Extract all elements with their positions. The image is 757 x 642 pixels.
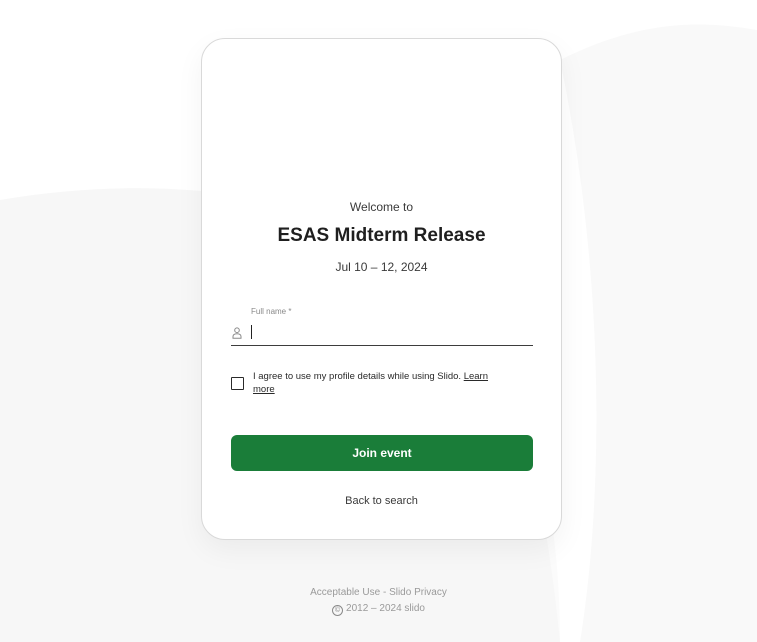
page: Welcome to ESAS Midterm Release Jul 10 –… bbox=[0, 0, 757, 642]
join-card: Welcome to ESAS Midterm Release Jul 10 –… bbox=[201, 38, 562, 540]
full-name-input[interactable] bbox=[249, 323, 529, 342]
footer-separator: - bbox=[380, 587, 390, 598]
footer-links: Acceptable Use - Slido Privacy bbox=[0, 587, 757, 598]
acceptable-use-link[interactable]: Acceptable Use bbox=[310, 587, 380, 598]
consent-row: I agree to use my profile details while … bbox=[231, 370, 531, 400]
footer-copyright: © 2012 – 2024 slido bbox=[0, 603, 757, 616]
consent-checkbox[interactable] bbox=[231, 377, 244, 390]
full-name-label: Full name * bbox=[251, 307, 292, 316]
join-event-button[interactable]: Join event bbox=[231, 435, 533, 471]
full-name-field[interactable] bbox=[231, 322, 533, 346]
welcome-text: Welcome to bbox=[349, 200, 414, 214]
event-title: ESAS Midterm Release bbox=[277, 225, 486, 246]
text-caret bbox=[251, 325, 252, 339]
user-icon bbox=[232, 327, 242, 339]
consent-label: I agree to use my profile details while … bbox=[253, 371, 462, 382]
back-to-search-link[interactable]: Back to search bbox=[202, 495, 561, 507]
copyright-text: 2012 – 2024 slido bbox=[346, 603, 425, 614]
copyright-icon: © bbox=[332, 605, 344, 616]
consent-text: I agree to use my profile details while … bbox=[253, 370, 493, 396]
event-date: Jul 10 – 12, 2024 bbox=[335, 260, 428, 274]
slido-privacy-link[interactable]: Slido Privacy bbox=[389, 587, 447, 598]
